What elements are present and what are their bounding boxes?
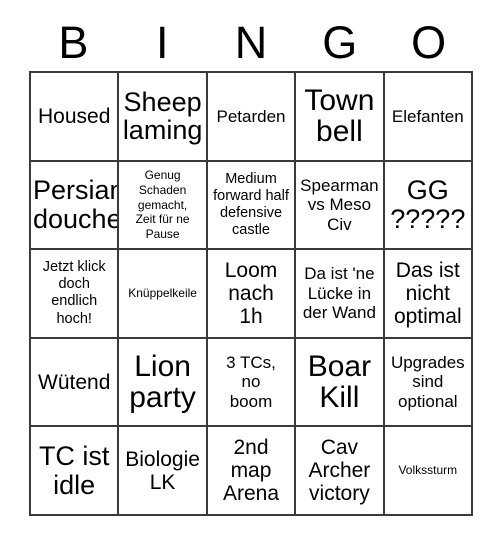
- header-letter-i: I: [155, 16, 169, 68]
- bingo-cell-label: Cav Archer victory: [308, 436, 371, 506]
- bingo-cell-label: Volkssturm: [398, 463, 458, 478]
- bingo-cell[interactable]: Elefanten: [384, 73, 473, 162]
- bingo-cell-label: Da ist 'ne Lücke in der Wand: [302, 264, 376, 323]
- bingo-cell[interactable]: Petarden: [207, 73, 297, 162]
- bingo-cell[interactable]: Cav Archer victory: [296, 427, 385, 516]
- bingo-cell-label: 3 TCs, no boom: [226, 352, 276, 411]
- bingo-cell-label: Upgrades sind optional: [390, 352, 465, 411]
- bingo-cell[interactable]: Genug Schaden gemacht, Zeit für ne Pause: [119, 161, 208, 251]
- bingo-cell[interactable]: Persian douche: [31, 161, 120, 251]
- bingo-cell-label: Knüppelkeile: [128, 286, 197, 301]
- bingo-cell[interactable]: Spearman vs Meso Civ: [296, 161, 385, 251]
- bingo-cell-label: Persian douche: [33, 175, 120, 234]
- bingo-cell[interactable]: Town bell: [296, 73, 385, 162]
- bingo-cell-label: 2nd map Arena: [222, 436, 280, 506]
- bingo-cell[interactable]: Wütend: [31, 338, 120, 428]
- bingo-cell[interactable]: 3 TCs, no boom: [207, 338, 297, 428]
- header-letter-g: G: [322, 16, 358, 68]
- bingo-cell[interactable]: Medium forward half defensive castle: [207, 161, 297, 251]
- bingo-cell[interactable]: Lion party: [119, 338, 208, 428]
- bingo-cell[interactable]: Knüppelkeile: [119, 250, 208, 339]
- bingo-cell[interactable]: Da ist 'ne Lücke in der Wand: [296, 250, 385, 339]
- bingo-header-letters: B I N G O: [29, 14, 473, 70]
- bingo-card: B I N G O Housed Sheep laming Petarden T…: [0, 0, 500, 544]
- bingo-cell-label: Loom nach 1h: [224, 258, 278, 329]
- bingo-cell-label: Wütend: [38, 370, 111, 394]
- bingo-cell[interactable]: Volkssturm: [384, 427, 473, 516]
- bingo-cell-label: Town bell: [304, 83, 375, 149]
- header-letter-n: N: [234, 16, 268, 68]
- bingo-cell-label: Housed: [38, 104, 111, 128]
- bingo-cell[interactable]: TC ist idle: [31, 427, 120, 516]
- bingo-cell-label: Boar Kill: [307, 349, 372, 415]
- bingo-cell[interactable]: Boar Kill: [296, 338, 385, 428]
- bingo-grid: Housed Sheep laming Petarden Town bell E…: [29, 71, 473, 516]
- header-letter-o: O: [411, 16, 447, 68]
- bingo-cell-label: Elefanten: [391, 106, 464, 126]
- bingo-cell[interactable]: Housed: [31, 73, 120, 162]
- bingo-cell[interactable]: 2nd map Arena: [207, 427, 297, 516]
- bingo-cell-label: Genug Schaden gemacht, Zeit für ne Pause: [135, 168, 190, 241]
- bingo-cell-label: Biologie LK: [125, 447, 200, 494]
- bingo-cell[interactable]: GG ?????: [384, 161, 473, 251]
- bingo-cell-label: TC ist idle: [38, 441, 110, 500]
- bingo-cell[interactable]: Biologie LK: [119, 427, 208, 516]
- bingo-cell-label: Lion party: [129, 349, 196, 415]
- bingo-cell[interactable]: Sheep laming: [119, 73, 208, 162]
- bingo-cell-label: Petarden: [216, 106, 286, 126]
- bingo-cell-label: Sheep laming: [122, 86, 203, 146]
- bingo-cell[interactable]: Das ist nicht optimal: [384, 250, 473, 339]
- bingo-cell-label: Medium forward half defensive castle: [213, 170, 289, 238]
- bingo-cell-label: GG ?????: [390, 175, 466, 234]
- bingo-cell-label: Spearman vs Meso Civ: [300, 175, 379, 234]
- bingo-cell[interactable]: Loom nach 1h: [207, 250, 297, 339]
- header-letter-b: B: [58, 16, 89, 68]
- bingo-cell-label: Das ist nicht optimal: [393, 258, 462, 329]
- bingo-cell[interactable]: Jetzt klick doch endlich hoch!: [31, 250, 120, 339]
- bingo-cell-label: Jetzt klick doch endlich hoch!: [42, 259, 106, 327]
- bingo-cell[interactable]: Upgrades sind optional: [384, 338, 473, 428]
